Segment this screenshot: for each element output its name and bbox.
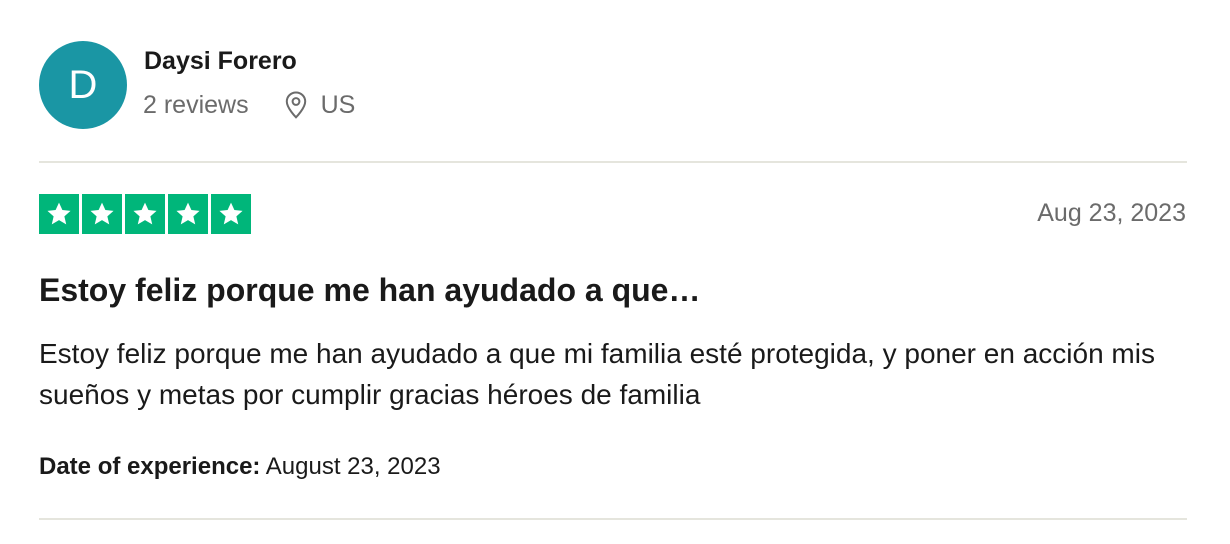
reviewer-location: US <box>320 90 356 119</box>
review-title[interactable]: Estoy feliz porque me han ayudado a que… <box>39 272 700 309</box>
star-rating <box>39 194 251 234</box>
star-icon <box>211 194 251 234</box>
experience-label: Date of experience: <box>39 453 261 480</box>
reviewer-meta: 2 reviews US <box>143 90 355 120</box>
experience-date: August 23, 2023 <box>265 453 441 480</box>
review-card: D Daysi Forero 2 reviews US Aug 23, 2023… <box>0 0 1230 544</box>
date-of-experience: Date of experience: August 23, 2023 <box>39 453 441 481</box>
star-icon <box>82 194 122 234</box>
star-icon <box>125 194 165 234</box>
avatar-initial: D <box>68 62 98 107</box>
divider <box>39 161 1187 163</box>
star-icon <box>168 194 208 234</box>
reviewer-name[interactable]: Daysi Forero <box>144 47 297 76</box>
location-pin-icon <box>283 90 309 120</box>
divider <box>39 518 1187 520</box>
review-date: Aug 23, 2023 <box>1037 199 1186 227</box>
review-body: Estoy feliz porque me han ayudado a que … <box>39 338 1155 410</box>
avatar[interactable]: D <box>39 41 127 129</box>
star-icon <box>39 194 79 234</box>
reviews-count[interactable]: 2 reviews <box>143 91 249 120</box>
